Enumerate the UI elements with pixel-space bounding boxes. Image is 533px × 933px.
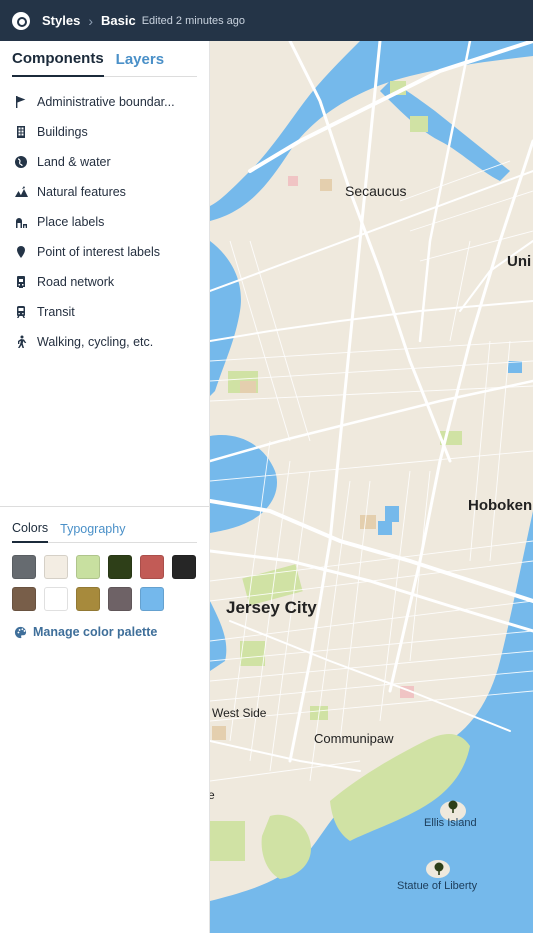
app-root: Styles › Basic Edited 2 minutes ago Comp… bbox=[0, 0, 533, 933]
component-item-label: Transit bbox=[37, 305, 75, 319]
manage-color-palette-link[interactable]: Manage color palette bbox=[14, 625, 209, 639]
component-item-label: Administrative boundar... bbox=[37, 95, 175, 109]
color-swatch[interactable] bbox=[108, 587, 132, 611]
chevron-right-icon: › bbox=[88, 12, 93, 29]
component-item-label: Walking, cycling, etc. bbox=[37, 335, 154, 349]
component-item-road-network[interactable]: Road network bbox=[0, 267, 209, 297]
park-tree-icon bbox=[434, 862, 444, 875]
park-tree-icon bbox=[448, 800, 458, 813]
map-label-west-side: West Side bbox=[212, 706, 267, 720]
map-label-communipaw: Communipaw bbox=[314, 731, 394, 746]
component-item-label: Buildings bbox=[37, 125, 88, 139]
component-item-place-labels[interactable]: Place labels bbox=[0, 207, 209, 237]
sidebar-tabs: Components Layers bbox=[12, 41, 197, 77]
map-label-ellis-island: Ellis Island bbox=[424, 817, 477, 829]
tab-layers[interactable]: Layers bbox=[116, 51, 164, 76]
component-item-buildings[interactable]: Buildings bbox=[0, 117, 209, 147]
component-list: Administrative boundar... Buildings Land… bbox=[0, 87, 209, 357]
component-item-label: Place labels bbox=[37, 215, 105, 229]
top-bar: Styles › Basic Edited 2 minutes ago bbox=[0, 0, 533, 41]
sidebar: Components Layers Administrative boundar… bbox=[0, 41, 210, 933]
map-canvas[interactable]: Secaucus Uni Hoboken Jersey City West Si… bbox=[210, 41, 533, 933]
map-label-secaucus: Secaucus bbox=[345, 183, 407, 199]
building-icon bbox=[14, 125, 28, 139]
manage-color-palette-label: Manage color palette bbox=[33, 625, 158, 639]
component-item-label: Natural features bbox=[37, 185, 126, 199]
tab-colors[interactable]: Colors bbox=[12, 521, 49, 543]
map-label-hoboken: Hoboken bbox=[468, 497, 533, 514]
map-label-fragment: e bbox=[210, 788, 215, 802]
color-swatch[interactable] bbox=[44, 587, 68, 611]
color-swatch[interactable] bbox=[76, 555, 100, 579]
color-tabs: Colors Typography bbox=[12, 507, 197, 543]
color-swatch[interactable] bbox=[140, 555, 164, 579]
mountain-icon bbox=[14, 185, 28, 199]
color-swatch[interactable] bbox=[76, 587, 100, 611]
map-label-statue-of-liberty: Statue of Liberty bbox=[397, 880, 478, 892]
marker-icon bbox=[14, 245, 28, 259]
color-swatch[interactable] bbox=[12, 555, 36, 579]
train-icon bbox=[14, 305, 28, 319]
component-item-land-water[interactable]: Land & water bbox=[0, 147, 209, 177]
component-item-admin-boundaries[interactable]: Administrative boundar... bbox=[0, 87, 209, 117]
color-swatch[interactable] bbox=[44, 555, 68, 579]
component-item-transit[interactable]: Transit bbox=[0, 297, 209, 327]
component-item-label: Point of interest labels bbox=[37, 245, 160, 259]
breadcrumb-styles[interactable]: Styles bbox=[42, 13, 80, 28]
component-item-label: Land & water bbox=[37, 155, 111, 169]
component-item-poi-labels[interactable]: Point of interest labels bbox=[0, 237, 209, 267]
mapbox-logo-icon[interactable] bbox=[12, 11, 30, 30]
globe-icon bbox=[14, 155, 28, 169]
tab-components[interactable]: Components bbox=[12, 50, 104, 77]
place-label-icon bbox=[14, 215, 28, 229]
map-base bbox=[210, 41, 533, 933]
flag-icon bbox=[14, 95, 28, 109]
walking-icon bbox=[14, 335, 28, 349]
component-item-natural-features[interactable]: Natural features bbox=[0, 177, 209, 207]
component-item-label: Road network bbox=[37, 275, 115, 289]
colors-section: Colors Typography Manage color palette bbox=[0, 506, 209, 639]
color-swatch[interactable] bbox=[172, 555, 196, 579]
color-swatches bbox=[12, 555, 209, 611]
palette-icon bbox=[14, 626, 27, 638]
road-icon bbox=[14, 275, 28, 289]
color-swatch[interactable] bbox=[12, 587, 36, 611]
color-swatch[interactable] bbox=[140, 587, 164, 611]
component-item-walking-cycling[interactable]: Walking, cycling, etc. bbox=[0, 327, 209, 357]
edited-status: Edited 2 minutes ago bbox=[141, 14, 246, 27]
map-label-jersey-city: Jersey City bbox=[226, 598, 317, 617]
breadcrumb-style-name[interactable]: Basic bbox=[101, 13, 136, 28]
tab-typography[interactable]: Typography bbox=[60, 522, 125, 542]
map-label-union-city: Uni bbox=[507, 253, 532, 270]
color-swatch[interactable] bbox=[108, 555, 132, 579]
